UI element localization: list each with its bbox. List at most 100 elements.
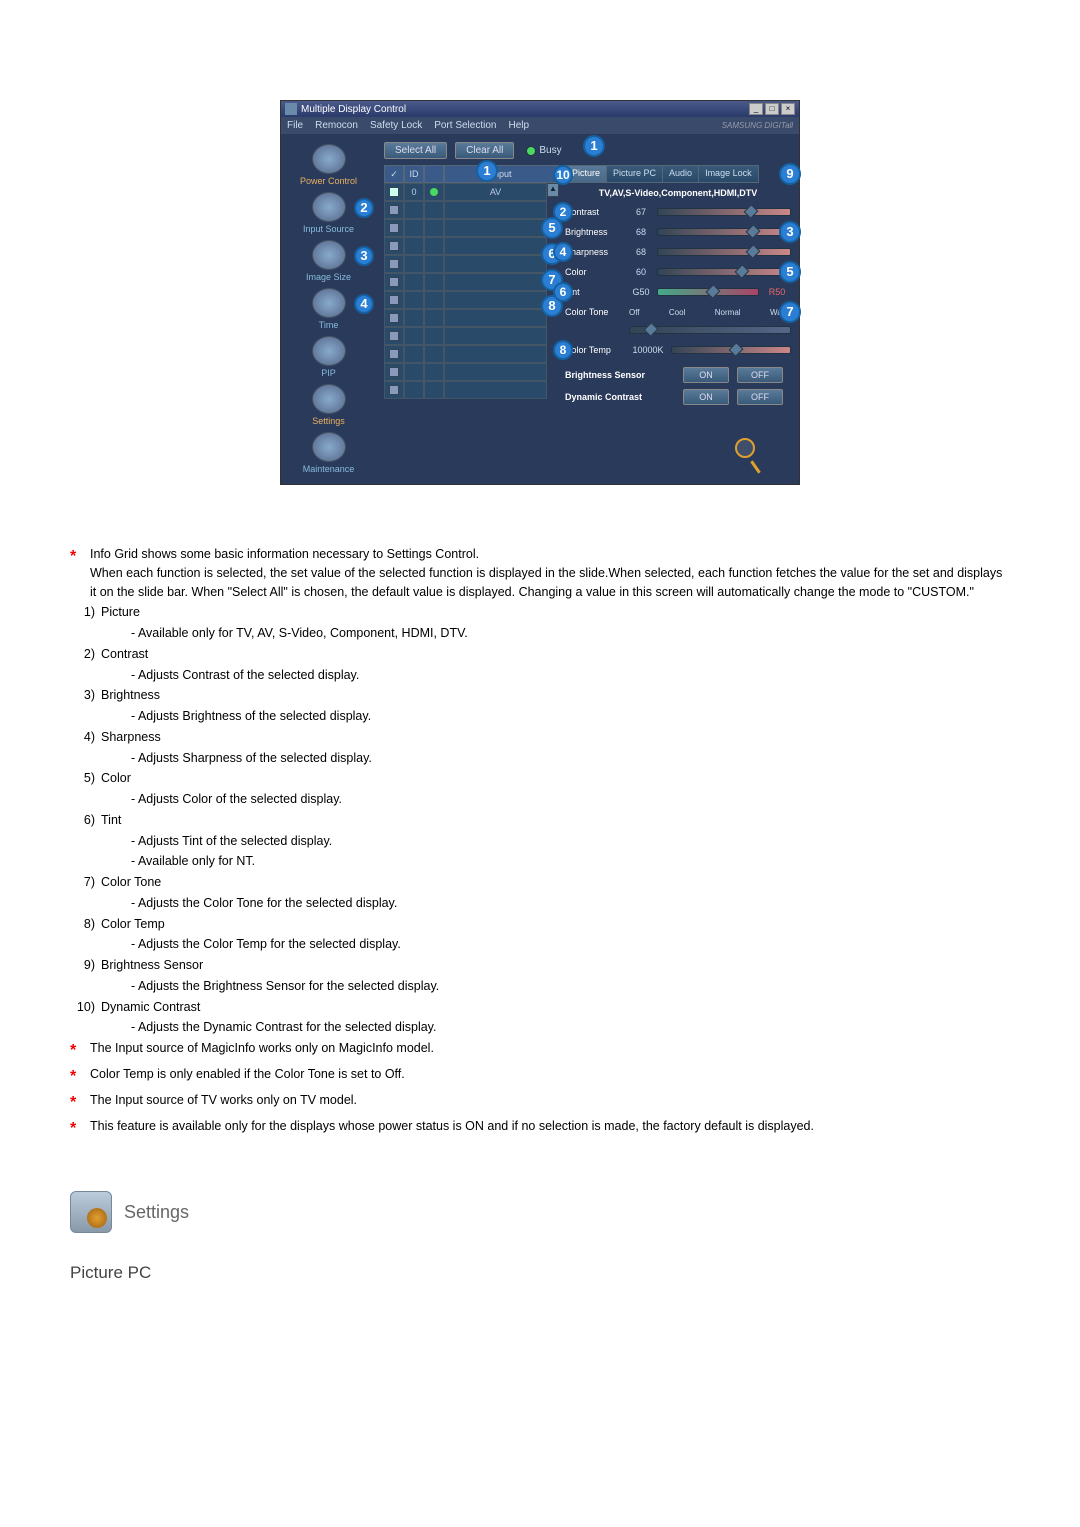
color-row: Color 60 5	[565, 263, 791, 281]
clear-all-button[interactable]: Clear All	[455, 142, 514, 159]
star-icon: *	[70, 1065, 90, 1089]
brightness-sensor-row: Brightness Sensor ON OFF 9	[565, 365, 791, 385]
grid-row[interactable]	[384, 309, 547, 327]
callout-3-panel: 3	[779, 221, 801, 243]
menu-remocon[interactable]: Remocon	[315, 120, 358, 131]
scroll-up-button[interactable]: ▲	[547, 183, 559, 197]
section-header: Settings	[70, 1191, 1010, 1233]
tab-audio[interactable]: Audio	[662, 165, 699, 183]
sidebar-item-pip[interactable]: PIP	[285, 336, 372, 378]
tab-image-lock[interactable]: Image Lock	[698, 165, 759, 183]
settings-section-icon	[70, 1191, 112, 1233]
color-temp-row: 8 Color Temp 10000K	[565, 341, 791, 359]
callout-4-panel: 4	[553, 242, 573, 262]
sharpness-row: 4 Sharpness 68	[565, 243, 791, 261]
grid-row[interactable]	[384, 237, 547, 255]
callout-5-panel: 5	[779, 261, 801, 283]
app-window: Multiple Display Control _ □ × File Remo…	[280, 100, 800, 485]
image-size-icon	[312, 240, 346, 270]
tint-slider[interactable]	[657, 288, 759, 296]
star-icon: *	[70, 545, 90, 601]
brightness-row: Brightness 68 3	[565, 223, 791, 241]
input-source-icon	[312, 192, 346, 222]
grid-row-0[interactable]: 0 AV	[384, 183, 547, 201]
grid-row[interactable]	[384, 291, 547, 309]
menu-safety-lock[interactable]: Safety Lock	[370, 120, 422, 131]
sidebar-item-time[interactable]: Time 4	[285, 288, 372, 330]
callout-2-panel: 2	[553, 202, 573, 222]
sharpness-slider[interactable]	[657, 248, 791, 256]
sidebar-item-input-source[interactable]: Input Source 2	[285, 192, 372, 234]
section-title: Settings	[124, 1202, 189, 1223]
grid-header-checkbox[interactable]: ✓	[384, 165, 404, 183]
grid-row[interactable]	[384, 363, 547, 381]
brand-text: SAMSUNG DIGITall	[722, 121, 793, 130]
busy-dot-icon	[526, 146, 536, 156]
grid-row[interactable]	[384, 219, 547, 237]
callout-4: 4	[354, 294, 374, 314]
window-title: Multiple Display Control	[301, 104, 406, 115]
settings-icon	[312, 384, 346, 414]
brightness-sensor-off-button[interactable]: OFF	[737, 367, 783, 383]
grid-header-status	[424, 165, 444, 183]
dynamic-contrast-on-button[interactable]: ON	[683, 389, 729, 405]
dynamic-contrast-off-button[interactable]: OFF	[737, 389, 783, 405]
pip-icon	[312, 336, 346, 366]
close-button[interactable]: ×	[781, 103, 795, 115]
contrast-slider[interactable]	[657, 208, 791, 216]
brightness-sensor-on-button[interactable]: ON	[683, 367, 729, 383]
grid-row[interactable]	[384, 381, 547, 399]
color-tone-slider[interactable]	[629, 326, 791, 334]
grid-row[interactable]	[384, 345, 547, 363]
grid-row[interactable]	[384, 327, 547, 345]
grid-header-id: ID	[404, 165, 424, 183]
star-icon: *	[70, 1091, 90, 1115]
color-tone-row: Color Tone Off Cool Normal Warm 7	[565, 303, 791, 321]
color-temp-slider[interactable]	[671, 346, 791, 354]
grid-row[interactable]	[384, 201, 547, 219]
notes-section: * Info Grid shows some basic information…	[70, 545, 1010, 1141]
sidebar-item-settings[interactable]: Settings	[285, 384, 372, 426]
callout-3: 3	[354, 246, 374, 266]
callout-6-panel: 6	[553, 282, 573, 302]
grid-row[interactable]	[384, 273, 547, 291]
screenshot: Multiple Display Control _ □ × File Remo…	[280, 100, 800, 485]
info-grid: ✓ ID Input 0	[384, 165, 559, 409]
sidebar-item-image-size[interactable]: Image Size 3	[285, 240, 372, 282]
time-icon	[312, 288, 346, 318]
star-icon: *	[70, 1039, 90, 1063]
callout-1-panel: 1	[583, 135, 605, 157]
color-slider[interactable]	[657, 268, 791, 276]
mode-bar: TV,AV,S-Video,Component,HDMI,DTV	[565, 185, 791, 201]
maximize-button[interactable]: □	[765, 103, 779, 115]
menubar: File Remocon Safety Lock Port Selection …	[281, 117, 799, 134]
row-checkbox[interactable]	[389, 187, 399, 197]
titlebar: Multiple Display Control _ □ ×	[281, 101, 799, 117]
magnifier-icon	[731, 438, 759, 474]
grid-header-input: Input	[444, 165, 559, 183]
sidebar-item-power-control[interactable]: Power Control	[285, 144, 372, 186]
contrast-row: 2 Contrast 67	[565, 203, 791, 221]
status-dot-icon	[430, 188, 438, 196]
grid-row[interactable]	[384, 255, 547, 273]
brightness-slider[interactable]	[657, 228, 791, 236]
select-all-button[interactable]: Select All	[384, 142, 447, 159]
minimize-button[interactable]: _	[749, 103, 763, 115]
star-icon: *	[70, 1117, 90, 1141]
tab-picture-pc[interactable]: Picture PC	[606, 165, 663, 183]
busy-indicator: Busy	[526, 145, 561, 156]
dynamic-contrast-row: 10 Dynamic Contrast ON OFF	[565, 387, 791, 407]
callout-10-panel: 10	[553, 165, 573, 185]
power-icon	[312, 144, 346, 174]
maintenance-icon	[312, 432, 346, 462]
callout-9-panel: 9	[779, 163, 801, 185]
tint-row: 6 Tint G50 R50	[565, 283, 791, 301]
menu-port-selection[interactable]: Port Selection	[434, 120, 496, 131]
menu-help[interactable]: Help	[508, 120, 529, 131]
sidebar-item-maintenance[interactable]: Maintenance	[285, 432, 372, 474]
callout-7-panel: 7	[779, 301, 801, 323]
menu-file[interactable]: File	[287, 120, 303, 131]
app-icon	[285, 103, 297, 115]
sidebar: Power Control Input Source 2 Image Size …	[281, 134, 376, 484]
settings-panel: 1 Picture Picture PC Audio Image Lock TV…	[565, 165, 791, 409]
